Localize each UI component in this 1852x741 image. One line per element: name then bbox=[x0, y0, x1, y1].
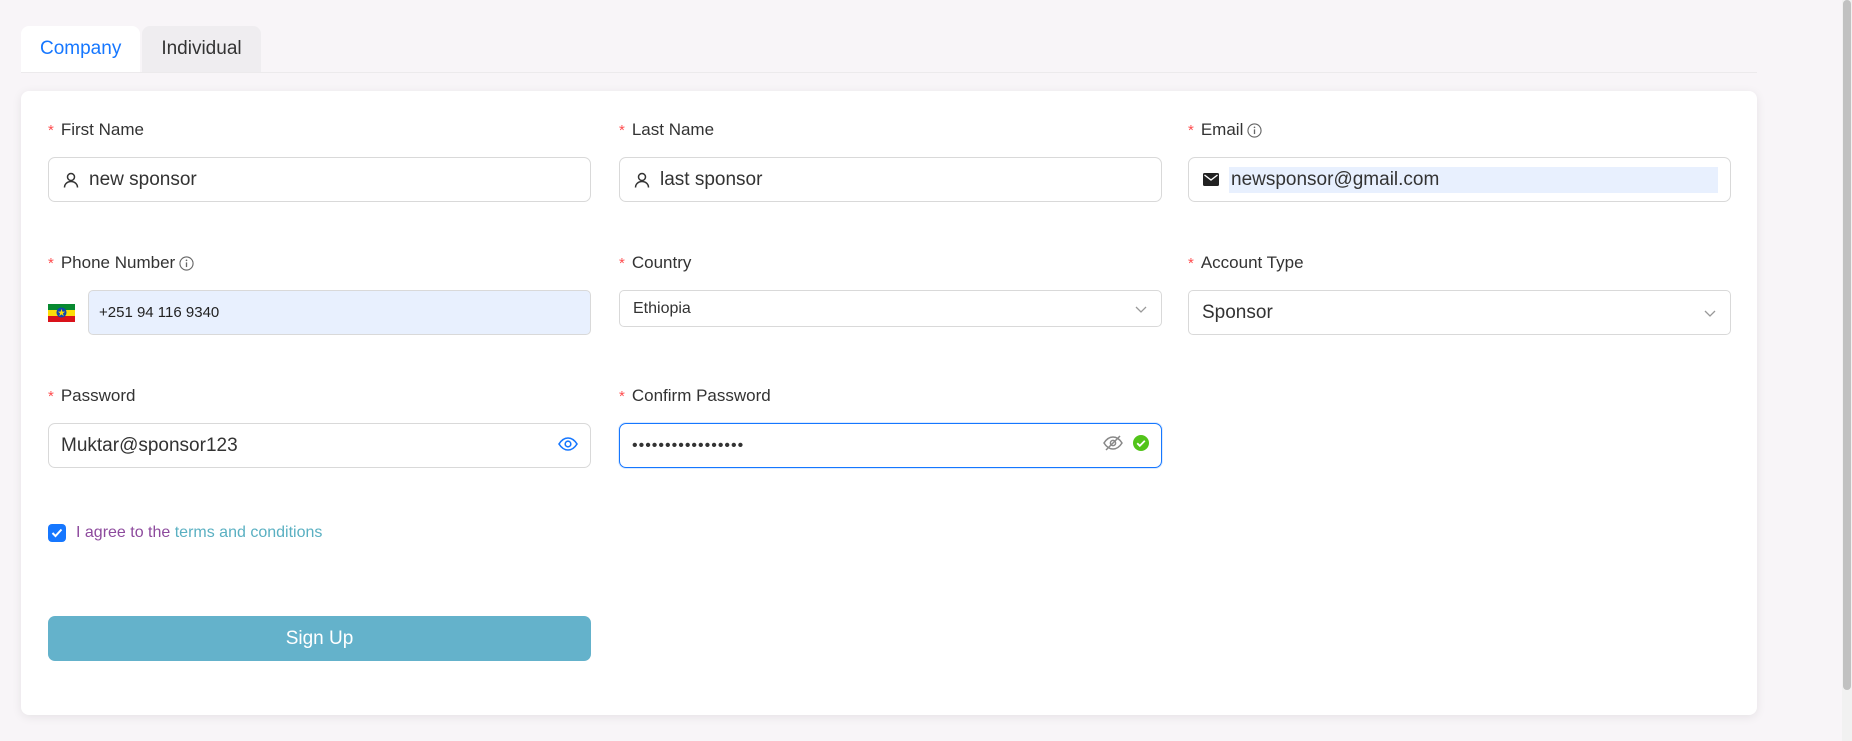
country-field: * Country Ethiopia bbox=[619, 251, 1162, 327]
required-asterisk: * bbox=[48, 254, 54, 272]
agree-text: I agree to the bbox=[76, 524, 175, 541]
eye-icon[interactable] bbox=[558, 435, 578, 457]
scrollbar-thumb[interactable] bbox=[1843, 0, 1851, 690]
terms-checkbox[interactable] bbox=[48, 524, 66, 542]
first-name-input[interactable]: new sponsor bbox=[48, 157, 591, 202]
last-name-field: * Last Name last sponsor bbox=[619, 118, 1162, 202]
show-password-toggle[interactable] bbox=[558, 435, 578, 457]
confirm-password-field: * Confirm Password ••••••••••••••••• bbox=[619, 384, 1162, 468]
required-asterisk: * bbox=[619, 387, 625, 405]
terms-agreement: I agree to the terms and conditions bbox=[48, 524, 322, 542]
info-icon[interactable] bbox=[1247, 122, 1262, 138]
chevron-down-icon bbox=[1134, 302, 1148, 316]
phone-label: * Phone Number bbox=[48, 251, 194, 275]
account-type-label: * Account Type bbox=[1188, 253, 1304, 272]
email-label: * Email bbox=[1188, 118, 1262, 142]
required-asterisk: * bbox=[48, 121, 54, 139]
required-asterisk: * bbox=[619, 121, 625, 139]
required-asterisk: * bbox=[1188, 254, 1194, 272]
check-circle-icon bbox=[1133, 434, 1149, 457]
first-name-label: * First Name bbox=[48, 120, 144, 139]
phone-input-group: +251 94 116 9340 bbox=[48, 290, 591, 335]
account-type-field: * Account Type Sponsor bbox=[1188, 251, 1731, 335]
account-type-select[interactable]: Sponsor bbox=[1188, 290, 1731, 335]
chevron-down-icon bbox=[1703, 306, 1717, 320]
sign-up-button[interactable]: Sign Up bbox=[48, 616, 591, 661]
mail-icon bbox=[1201, 170, 1221, 190]
required-asterisk: * bbox=[619, 254, 625, 272]
password-field: * Password Muktar@sponsor123 bbox=[48, 384, 591, 468]
phone-number-input[interactable]: +251 94 116 9340 bbox=[88, 290, 591, 335]
country-label: * Country bbox=[619, 253, 692, 272]
required-asterisk: * bbox=[48, 387, 54, 405]
confirm-password-label: * Confirm Password bbox=[619, 386, 771, 405]
eye-slash-icon[interactable] bbox=[1103, 434, 1123, 457]
last-name-input[interactable]: last sponsor bbox=[619, 157, 1162, 202]
last-name-label: * Last Name bbox=[619, 120, 715, 139]
tab-individual[interactable]: Individual bbox=[142, 26, 261, 72]
ethiopia-flag-icon[interactable] bbox=[48, 303, 75, 322]
first-name-field: * First Name new sponsor bbox=[48, 118, 591, 202]
tab-company[interactable]: Company bbox=[21, 26, 141, 72]
confirm-password-input[interactable]: ••••••••••••••••• bbox=[619, 423, 1162, 468]
info-icon[interactable] bbox=[179, 255, 194, 271]
scrollbar[interactable] bbox=[1842, 0, 1852, 741]
password-input[interactable]: Muktar@sponsor123 bbox=[48, 423, 591, 468]
email-input[interactable]: newsponsor@gmail.com bbox=[1188, 157, 1731, 202]
terms-link[interactable]: terms and conditions bbox=[175, 524, 323, 541]
tabs-divider bbox=[21, 72, 1757, 73]
tab-bar: Company Individual bbox=[21, 26, 261, 73]
user-icon bbox=[61, 170, 81, 190]
required-asterisk: * bbox=[1188, 121, 1194, 139]
phone-field: * Phone Number +251 94 116 9340 bbox=[48, 251, 591, 335]
password-label: * Password bbox=[48, 386, 136, 405]
user-icon bbox=[632, 170, 652, 190]
country-select[interactable]: Ethiopia bbox=[619, 290, 1162, 327]
email-field: * Email newsponsor@gmail.com bbox=[1188, 118, 1731, 202]
